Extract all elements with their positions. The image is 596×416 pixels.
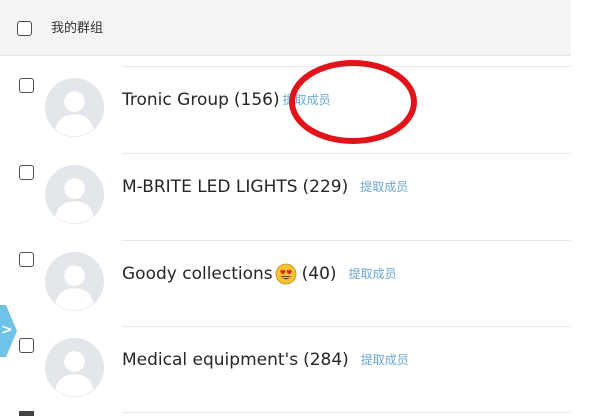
avatar-icon (45, 338, 104, 397)
avatar-icon (45, 165, 104, 224)
group-checkbox[interactable] (19, 252, 34, 267)
group-name-line: Goody collections (40) 提取成员 (122, 263, 397, 285)
avatar-icon (45, 78, 104, 137)
group-name: Goody collections (122, 264, 273, 284)
member-count: (284) (303, 350, 349, 370)
member-count: (229) (302, 177, 349, 197)
member-count: (40) (301, 264, 337, 284)
header-bar: 我的群组 (0, 0, 571, 56)
group-checkbox[interactable] (19, 78, 34, 93)
red-circle-annotation (289, 60, 417, 144)
group-checkbox[interactable] (19, 338, 34, 353)
heart-eyes-emoji-icon (275, 263, 297, 285)
group-row: M-BRITE LED LIGHTS (229) 提取成员 (0, 153, 571, 239)
row-divider (122, 240, 571, 241)
group-list-page: 我的群组 Tronic Group (156) 提取成员 M-BRITE LED… (0, 0, 596, 416)
group-name-line: M-BRITE LED LIGHTS (229) 提取成员 (122, 176, 408, 198)
group-name: Medical equipment's (122, 350, 299, 370)
select-all-checkbox[interactable] (17, 21, 32, 36)
row-divider (122, 153, 571, 154)
group-name: M-BRITE LED LIGHTS (122, 177, 298, 197)
group-name-line: Medical equipment's (284) 提取成员 (122, 349, 409, 371)
member-count: (156) (233, 90, 280, 110)
group-name: Tronic Group (122, 90, 229, 110)
extract-members-link[interactable]: 提取成员 (349, 263, 397, 285)
avatar-icon (45, 252, 104, 311)
row-divider (122, 412, 571, 413)
group-row: Goody collections (40) 提取成员 (0, 240, 571, 326)
group-checkbox[interactable] (19, 165, 34, 180)
extract-members-link[interactable]: 提取成员 (360, 176, 408, 198)
header-title: 我的群组 (51, 21, 104, 36)
group-row: Medical equipment's (284) 提取成员 (0, 326, 571, 412)
next-row-checkbox-edge[interactable] (19, 411, 34, 416)
side-expand-tab[interactable]: > (0, 305, 17, 357)
row-divider (122, 326, 571, 327)
extract-members-link[interactable]: 提取成员 (361, 349, 409, 371)
side-tab-label: > (1, 322, 13, 338)
